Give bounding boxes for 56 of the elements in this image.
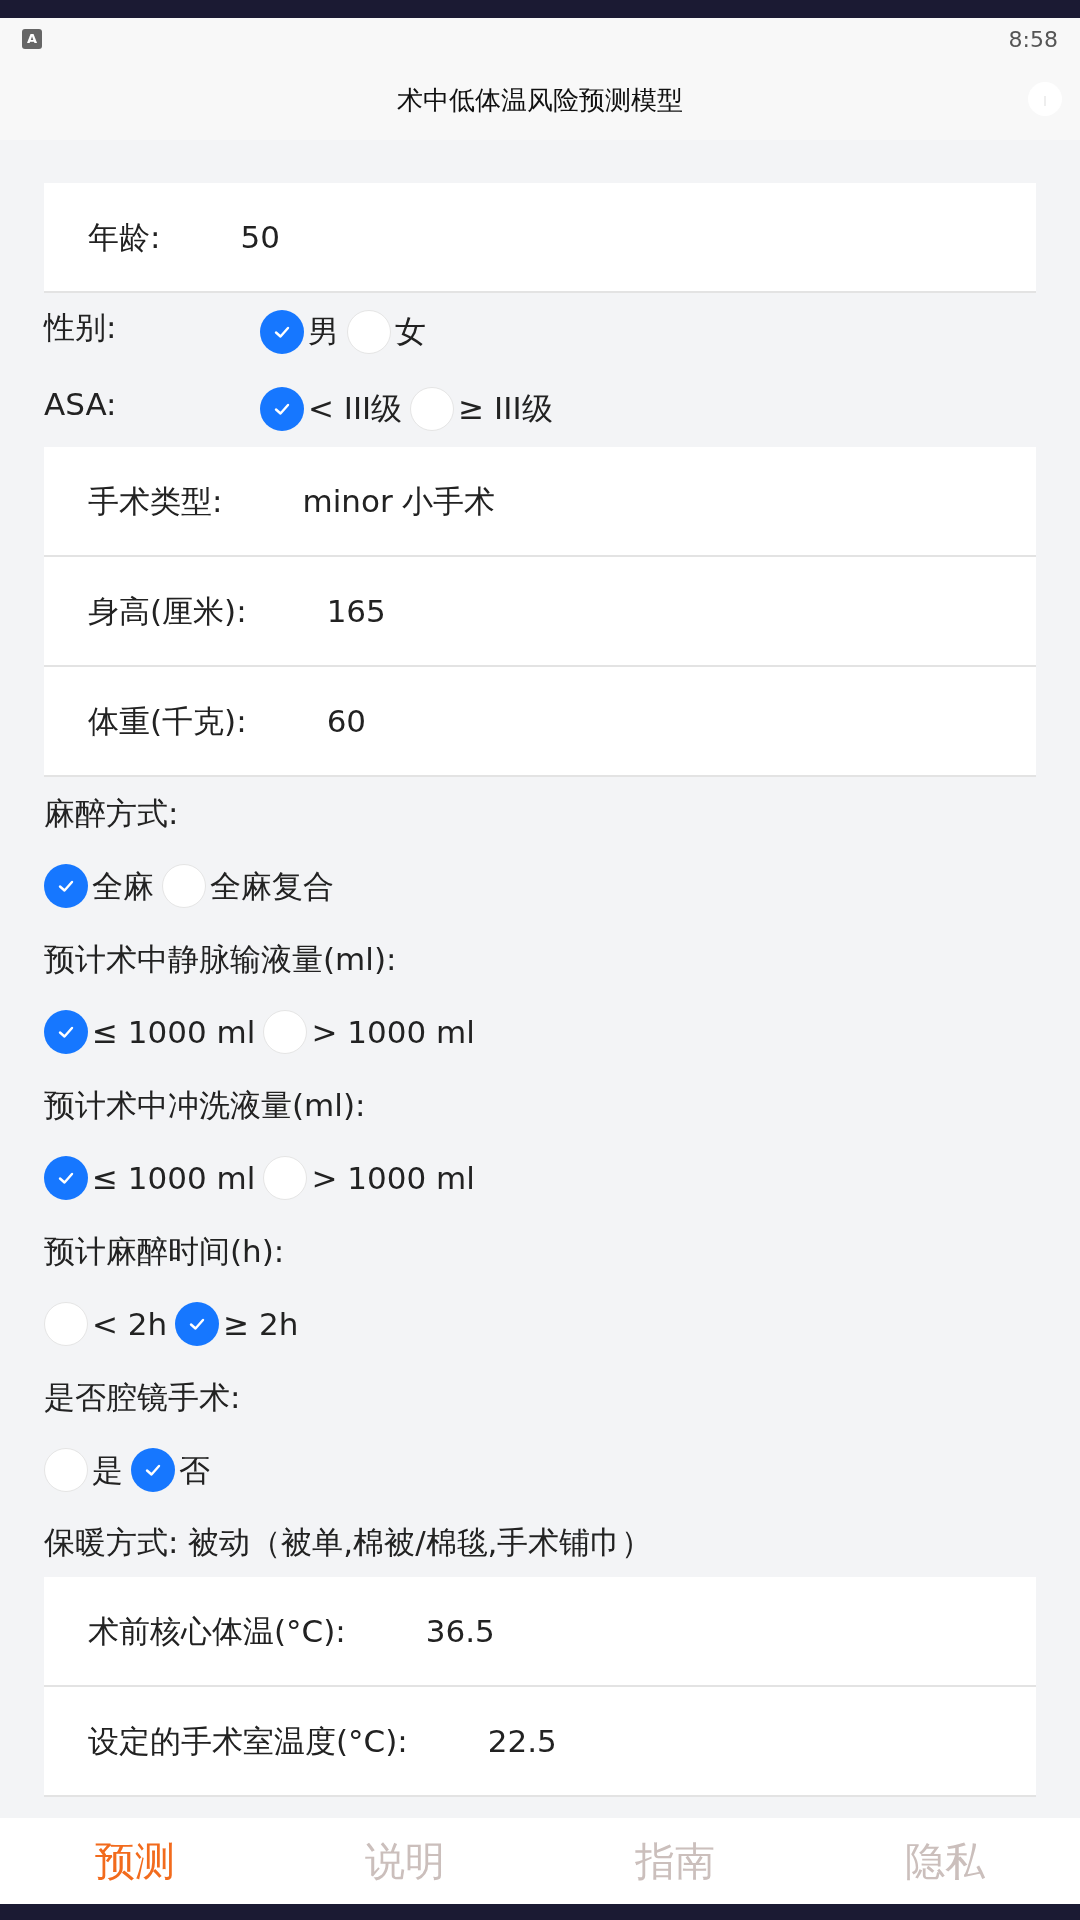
input-row[interactable]: 体重(千克): 60 xyxy=(44,667,1036,777)
radio-label: > 1000 ml xyxy=(311,1012,475,1052)
radio-label: 是 xyxy=(92,1450,123,1490)
input-row[interactable]: 年龄: 50 xyxy=(44,183,1036,293)
field-label: 身高(厘米): xyxy=(88,591,247,631)
radio-button[interactable] xyxy=(44,1448,88,1492)
field-value: 165 xyxy=(326,591,386,631)
radio-label: ≥ III级 xyxy=(458,389,553,429)
field-label: 年龄: xyxy=(88,217,161,257)
field-label: 体重(千克): xyxy=(88,701,247,741)
field-value: minor 小手术 xyxy=(302,481,496,521)
field-label: 预计术中冲洗液量(ml): xyxy=(44,1085,367,1125)
radio-button[interactable] xyxy=(260,309,304,354)
field-label: 设定的手术室温度(°C): xyxy=(88,1721,408,1761)
input-row[interactable]: 设定的手术室温度(°C): 22.5 xyxy=(44,1687,1036,1797)
radio-label: 全麻 xyxy=(92,866,154,906)
info-text: 保暖方式: 被动（被单,棉被/棉毯,手术铺巾） xyxy=(43,1522,654,1562)
field-label: 手术类型: xyxy=(88,481,223,521)
radio-button[interactable] xyxy=(44,864,88,908)
radio-label: 全麻复合 xyxy=(210,866,334,906)
radio-button[interactable] xyxy=(44,1156,88,1200)
input-row[interactable]: 术前核心体温(°C): 36.5 xyxy=(44,1577,1036,1687)
field-label: 是否腔镜手术: xyxy=(44,1377,242,1417)
radio-button[interactable] xyxy=(131,1448,175,1492)
radio-label: > 1000 ml xyxy=(311,1158,475,1198)
radio-label: ≥ 2h xyxy=(223,1304,299,1344)
field-label: 麻醉方式: xyxy=(44,793,180,833)
radio-button[interactable] xyxy=(260,386,304,431)
field-label: 预计术中静脉输液量(ml): xyxy=(44,939,398,979)
app-badge-icon: A xyxy=(22,29,42,49)
radio-label: < 2h xyxy=(92,1304,168,1344)
field-value: 50 xyxy=(240,217,280,257)
radio-label: < III级 xyxy=(308,389,403,429)
input-row[interactable]: 手术类型: minor 小手术 xyxy=(44,447,1036,557)
radio-button[interactable] xyxy=(44,1302,88,1346)
radio-label: 女 xyxy=(395,312,426,352)
radio-label: ≤ 1000 ml xyxy=(92,1158,256,1198)
radio-label: 否 xyxy=(179,1450,210,1490)
input-row[interactable]: 身高(厘米): 165 xyxy=(44,557,1036,667)
radio-label: ≤ 1000 ml xyxy=(92,1012,256,1052)
field-value: 22.5 xyxy=(487,1721,557,1761)
status-time: 8:58 xyxy=(1008,25,1058,54)
radio-button[interactable] xyxy=(44,1010,88,1054)
field-label: 性别: xyxy=(44,308,118,348)
radio-button[interactable] xyxy=(263,1156,308,1200)
field-label: 预计麻醉时间(h): xyxy=(44,1231,286,1271)
radio-label: 男 xyxy=(308,312,339,352)
radio-button[interactable] xyxy=(162,864,206,908)
radio-button[interactable] xyxy=(347,309,391,354)
field-label: ASA: xyxy=(44,385,118,425)
radio-button[interactable] xyxy=(175,1302,220,1346)
field-value: 36.5 xyxy=(425,1611,495,1651)
field-label: 术前核心体温(°C): xyxy=(88,1611,346,1651)
page-title: 术中低体温风险预测模型 xyxy=(397,83,683,117)
field-value: 60 xyxy=(326,701,367,741)
radio-button[interactable] xyxy=(263,1010,308,1054)
